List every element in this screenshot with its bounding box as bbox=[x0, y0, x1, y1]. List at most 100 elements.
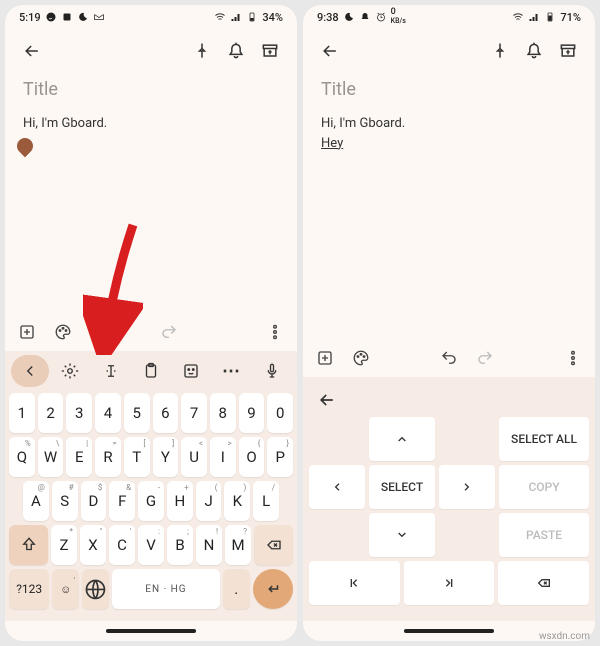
key-h[interactable]: H+ bbox=[167, 481, 193, 521]
key-j[interactable]: J( bbox=[196, 481, 222, 521]
title-placeholder[interactable]: Title bbox=[321, 79, 577, 100]
space-key[interactable]: EN · HG bbox=[112, 569, 220, 609]
key-5[interactable]: 5 bbox=[124, 393, 150, 433]
key-b[interactable]: B; bbox=[167, 525, 193, 565]
key-q[interactable]: Q% bbox=[9, 437, 35, 477]
add-box-button[interactable] bbox=[313, 346, 337, 370]
key-o[interactable]: O{ bbox=[239, 437, 265, 477]
key-n[interactable]: N! bbox=[196, 525, 222, 565]
kbd-sticker-button[interactable] bbox=[172, 355, 210, 387]
kbd-collapse-button[interactable] bbox=[11, 355, 49, 387]
system-nav-bar[interactable] bbox=[5, 621, 297, 641]
note-body-line[interactable]: Hey bbox=[321, 134, 577, 154]
redo-button[interactable] bbox=[473, 346, 497, 370]
kbd-more-button[interactable]: ⋯ bbox=[212, 355, 250, 387]
blank bbox=[439, 513, 495, 557]
title-placeholder[interactable]: Title bbox=[23, 79, 279, 100]
key-w[interactable]: W\ bbox=[38, 437, 64, 477]
key-i[interactable]: I> bbox=[210, 437, 236, 477]
key-3[interactable]: 3 bbox=[66, 393, 92, 433]
kbd-clipboard-button[interactable] bbox=[132, 355, 170, 387]
emoji-key[interactable]: ☺, bbox=[52, 569, 79, 609]
key-s[interactable]: S# bbox=[52, 481, 78, 521]
kbd-textselect-button[interactable] bbox=[92, 355, 130, 387]
key-0[interactable]: 0 bbox=[267, 393, 293, 433]
note-content[interactable]: Title Hi, I'm Gboard. bbox=[5, 73, 297, 313]
key-8[interactable]: 8 bbox=[210, 393, 236, 433]
status-netspeed: 0KB/s bbox=[391, 8, 406, 26]
select-button[interactable]: SELECT bbox=[369, 465, 435, 509]
app-bar bbox=[5, 29, 297, 73]
key-9[interactable]: 9 bbox=[239, 393, 265, 433]
enter-key[interactable] bbox=[253, 569, 293, 609]
kbd-settings-button[interactable] bbox=[51, 355, 89, 387]
backspace-button[interactable] bbox=[498, 561, 589, 605]
key-t[interactable]: T[ bbox=[124, 437, 150, 477]
key-k[interactable]: K) bbox=[224, 481, 250, 521]
key-a[interactable]: A@ bbox=[23, 481, 49, 521]
shift-key[interactable] bbox=[9, 525, 48, 565]
back-button[interactable] bbox=[15, 34, 49, 68]
palette-button[interactable] bbox=[51, 320, 75, 344]
kbd-mic-button[interactable] bbox=[253, 355, 291, 387]
key-u[interactable]: U< bbox=[181, 437, 207, 477]
cursor-right-button[interactable] bbox=[439, 465, 495, 509]
kbd-row-zxcv: Z*X"C'V:B;N!M? bbox=[5, 523, 297, 567]
cursor-left-button[interactable] bbox=[309, 465, 365, 509]
note-body-line[interactable]: Hi, I'm Gboard. bbox=[321, 114, 577, 134]
format-bar bbox=[5, 313, 297, 351]
status-time: 5:19 bbox=[19, 11, 41, 24]
moon-icon bbox=[343, 11, 355, 23]
cursor-up-button[interactable] bbox=[369, 417, 435, 461]
key-r[interactable]: R= bbox=[95, 437, 121, 477]
archive-button[interactable] bbox=[551, 34, 585, 68]
palette-button[interactable] bbox=[349, 346, 373, 370]
key-d[interactable]: D$ bbox=[81, 481, 107, 521]
select-all-button[interactable]: SELECT ALL bbox=[499, 417, 589, 461]
status-bar: 9:38 0KB/s 71% bbox=[303, 5, 595, 29]
more-button[interactable] bbox=[263, 320, 287, 344]
text-cursor-handle[interactable] bbox=[14, 134, 37, 157]
language-key[interactable] bbox=[82, 569, 109, 609]
symbols-key[interactable]: ?123 bbox=[9, 569, 49, 609]
cursor-end-button[interactable] bbox=[404, 561, 495, 605]
backspace-key[interactable] bbox=[254, 525, 293, 565]
pin-button[interactable] bbox=[483, 34, 517, 68]
paste-button[interactable]: PASTE bbox=[499, 513, 589, 557]
key-m[interactable]: M? bbox=[225, 525, 251, 565]
key-4[interactable]: 4 bbox=[95, 393, 121, 433]
note-content[interactable]: Title Hi, I'm Gboard. Hey bbox=[303, 73, 595, 339]
key-c[interactable]: C' bbox=[109, 525, 135, 565]
key-1[interactable]: 1 bbox=[9, 393, 35, 433]
add-box-button[interactable] bbox=[15, 320, 39, 344]
copy-button[interactable]: COPY bbox=[499, 465, 589, 509]
key-f[interactable]: F& bbox=[109, 481, 135, 521]
key-2[interactable]: 2 bbox=[38, 393, 64, 433]
reminder-button[interactable] bbox=[517, 34, 551, 68]
key-x[interactable]: X" bbox=[80, 525, 106, 565]
key-7[interactable]: 7 bbox=[181, 393, 207, 433]
status-bar: 5:19 34% bbox=[5, 5, 297, 29]
key-v[interactable]: V: bbox=[138, 525, 164, 565]
more-button[interactable] bbox=[561, 346, 585, 370]
undo-button[interactable] bbox=[437, 346, 461, 370]
cursor-home-button[interactable] bbox=[309, 561, 400, 605]
key-y[interactable]: Y] bbox=[153, 437, 179, 477]
panel-back-button[interactable] bbox=[309, 383, 589, 417]
key-6[interactable]: 6 bbox=[153, 393, 179, 433]
period-key[interactable]: . bbox=[223, 569, 250, 609]
reminder-button[interactable] bbox=[219, 34, 253, 68]
app-bar bbox=[303, 29, 595, 73]
key-g[interactable]: G- bbox=[138, 481, 164, 521]
key-e[interactable]: E| bbox=[66, 437, 92, 477]
redo-button[interactable] bbox=[157, 320, 181, 344]
key-p[interactable]: P} bbox=[267, 437, 293, 477]
cursor-down-button[interactable] bbox=[369, 513, 435, 557]
back-button[interactable] bbox=[313, 34, 347, 68]
note-body-line[interactable]: Hi, I'm Gboard. bbox=[23, 114, 279, 134]
pin-button[interactable] bbox=[185, 34, 219, 68]
key-z[interactable]: Z* bbox=[51, 525, 77, 565]
archive-button[interactable] bbox=[253, 34, 287, 68]
key-l[interactable]: L/ bbox=[253, 481, 279, 521]
keyboard-toolbar: ⋯ bbox=[5, 351, 297, 391]
